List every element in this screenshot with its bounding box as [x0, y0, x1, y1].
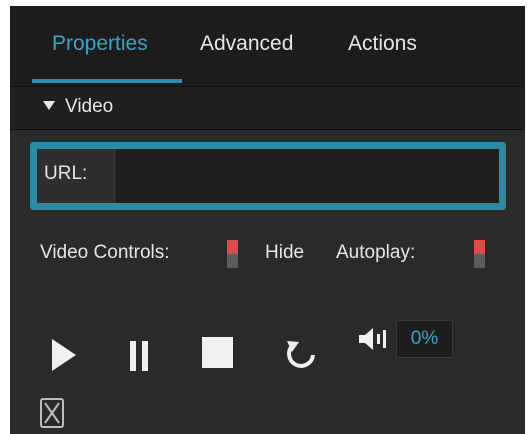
caret-down-icon — [43, 101, 55, 110]
video-section-header[interactable]: Video — [10, 86, 525, 130]
hide-label: Hide — [265, 242, 305, 263]
play-icon[interactable] — [52, 339, 76, 371]
url-label-box: URL: — [37, 149, 115, 203]
autoplay-toggle[interactable] — [474, 240, 485, 268]
volume-icon[interactable] — [358, 327, 392, 351]
tab-actions[interactable]: Actions — [348, 32, 417, 62]
autoplay-label: Autoplay: — [336, 242, 416, 263]
url-label: URL: — [44, 163, 88, 184]
url-input[interactable] — [116, 149, 499, 203]
url-field: URL: — [30, 142, 506, 210]
section-title: Video — [65, 96, 114, 117]
volume-value: 0% — [410, 328, 439, 349]
tab-bar: Properties Advanced Actions — [10, 6, 525, 86]
pause-icon[interactable] — [128, 341, 152, 371]
tab-advanced[interactable]: Advanced — [200, 32, 293, 62]
stop-icon[interactable] — [202, 337, 233, 368]
replay-icon[interactable] — [283, 337, 319, 373]
fullscreen-icon[interactable] — [40, 398, 64, 428]
video-controls-toggle[interactable] — [227, 240, 238, 268]
tab-properties[interactable]: Properties — [52, 32, 148, 62]
video-properties-panel: Properties Advanced Actions Video URL: V… — [10, 6, 525, 434]
volume-level-box[interactable]: 0% — [396, 320, 453, 358]
video-controls-label: Video Controls: — [40, 242, 170, 263]
active-tab-indicator — [32, 79, 182, 83]
toggle-knob — [474, 240, 485, 254]
toggle-knob — [227, 240, 238, 254]
